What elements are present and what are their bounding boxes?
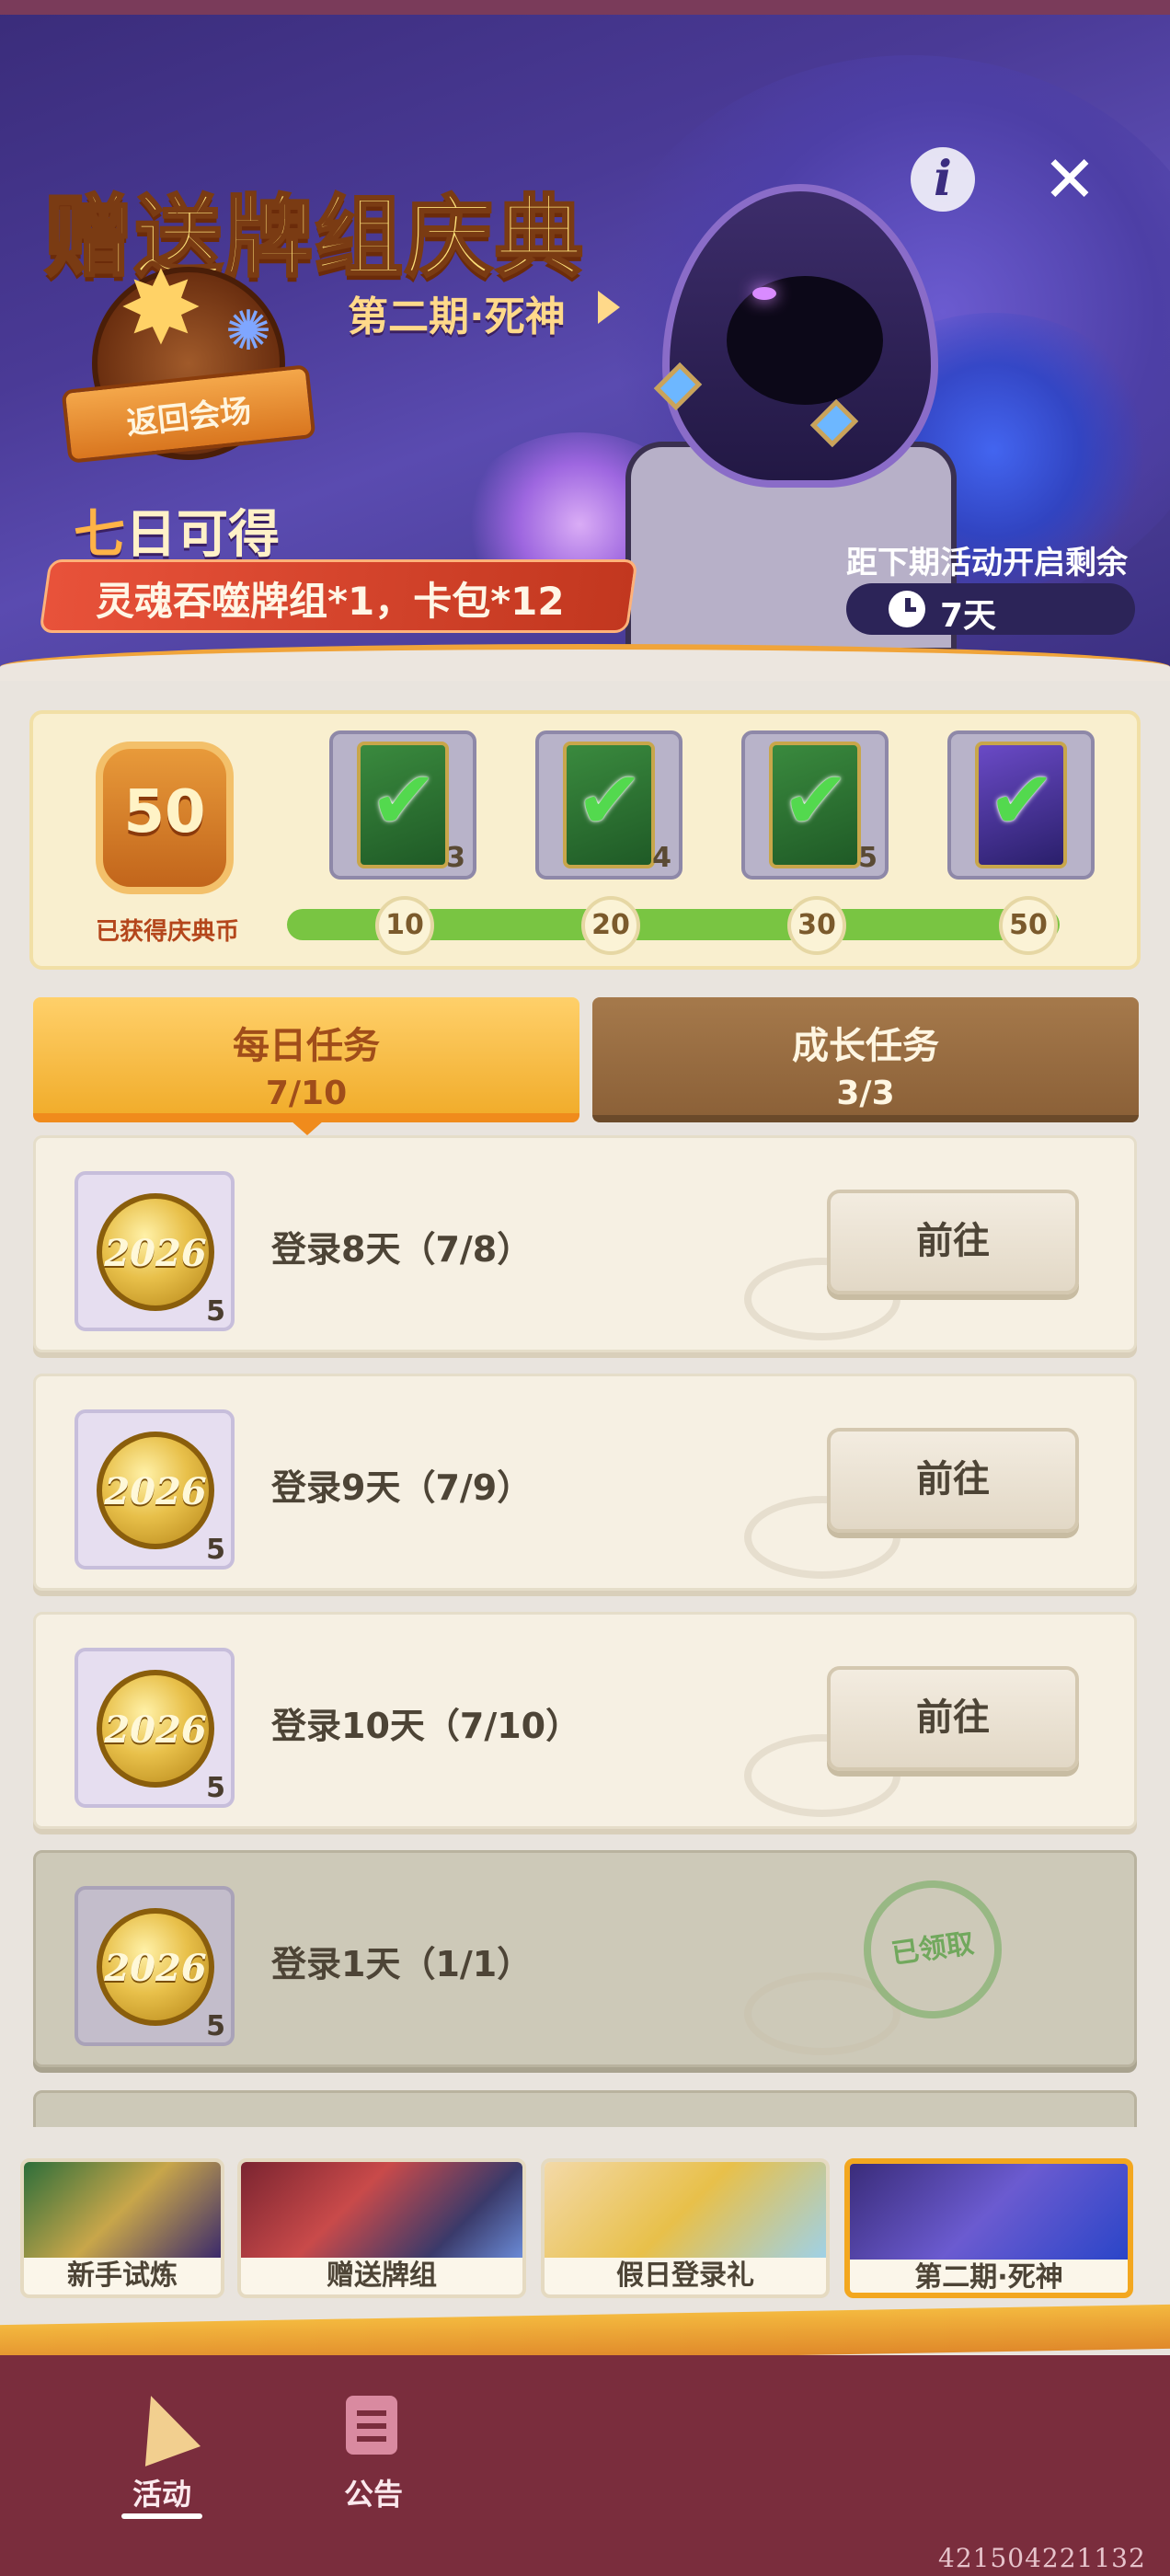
banner-bottom-edge: [0, 644, 1170, 681]
checkmark-icon: ✔: [782, 753, 850, 847]
firework-icon: ✸: [118, 249, 204, 367]
notice-document-icon: [346, 2396, 397, 2455]
activity-card-gift-deck[interactable]: 赠送牌组: [237, 2158, 526, 2298]
party-popper-icon: [122, 2386, 201, 2467]
task-row-claimed: 2026 5 登录1天（1/1） 已领取: [33, 1850, 1137, 2067]
checkmark-icon: ✔: [370, 753, 438, 847]
reward-count: 4: [652, 842, 671, 874]
activity-thumbnail: [241, 2162, 522, 2258]
coin-year: 2026: [104, 1470, 207, 1513]
go-button[interactable]: 前往: [827, 1428, 1079, 1533]
firework-small-icon: ✺: [224, 299, 272, 363]
gold-coin-icon: 2026: [97, 1670, 214, 1788]
task-row: 2026 5 登录10天（7/10） 前往: [33, 1612, 1137, 1829]
seven-day-text: 日可得: [125, 505, 280, 565]
nav-active-indicator: [121, 2513, 202, 2519]
activity-thumbnail: [545, 2162, 826, 2258]
checkmark-icon: ✔: [988, 753, 1056, 847]
milestone-reward-30[interactable]: ✔ 5: [741, 730, 889, 880]
activity-name: 新手试炼: [67, 2260, 178, 2292]
tab-label: 每日任务: [233, 1025, 380, 1067]
tab-pointer: [291, 1121, 324, 1135]
reaper-character-face: [727, 276, 883, 405]
gold-coin-icon: 2026: [97, 1193, 214, 1311]
coin-year: 2026: [104, 1708, 207, 1752]
seven-day-number: 七: [74, 505, 125, 565]
period-link[interactable]: 第二期·死神: [348, 283, 566, 342]
return-venue-label: 返回会场: [124, 392, 254, 443]
task-label: 登录8天（7/8）: [271, 1229, 533, 1270]
countdown-label: 距下期活动开启剩余: [846, 545, 1128, 581]
nav-activity[interactable]: 活动: [88, 2383, 235, 2521]
milestone-reward-10[interactable]: ✔ 3: [329, 730, 476, 880]
tab-label: 成长任务: [792, 1025, 939, 1067]
nav-announcement[interactable]: 公告: [300, 2383, 447, 2521]
build-id: 421504221132: [938, 2543, 1146, 2573]
nav-label: 活动: [132, 2477, 191, 2512]
reward-quantity: 5: [206, 1295, 225, 1328]
activity-card-holiday-login[interactable]: 假日登录礼: [541, 2158, 830, 2298]
reward-tile[interactable]: 2026 5: [75, 1409, 235, 1570]
milestone-marker: 50: [999, 896, 1058, 955]
close-icon[interactable]: ✕: [1036, 145, 1104, 213]
reward-quantity: 5: [206, 2010, 225, 2042]
activity-card-novice-trial[interactable]: 新手试炼: [20, 2158, 224, 2298]
checkmark-icon: ✔: [576, 753, 644, 847]
activity-thumbnail: [24, 2162, 221, 2258]
milestone-reward-50[interactable]: ✔: [947, 730, 1095, 880]
milestone-marker: 30: [787, 896, 846, 955]
clock-icon: [889, 591, 925, 627]
activity-name: 赠送牌组: [327, 2260, 437, 2292]
reward-text: 灵魂吞噬牌组*1，卡包*12: [96, 579, 565, 624]
coin-count: 50: [123, 778, 206, 846]
task-label: 登录10天（7/10）: [271, 1706, 581, 1746]
activity-thumbnail: [850, 2164, 1128, 2260]
tab-count: 3/3: [836, 1075, 895, 1112]
task-row: 2026 5 登录8天（7/8） 前往: [33, 1135, 1137, 1352]
banner-top-edge: [0, 0, 1170, 15]
seven-day-heading: 七日可得: [74, 493, 280, 568]
tab-count: 7/10: [265, 1075, 348, 1112]
milestone-marker: 20: [581, 896, 640, 955]
coin-year: 2026: [104, 1947, 207, 1990]
info-icon[interactable]: i: [911, 147, 975, 212]
task-label: 登录9天（7/9）: [271, 1467, 533, 1508]
reaper-character-eye: [752, 287, 776, 300]
nav-label: 公告: [343, 2477, 403, 2512]
countdown-value: 7天: [940, 597, 997, 635]
activity-card-reaper[interactable]: 第二期·死神: [844, 2158, 1133, 2298]
reward-tile[interactable]: 2026 5: [75, 1171, 235, 1331]
reward-tile[interactable]: 2026 5: [75, 1648, 235, 1808]
reward-count: 5: [858, 842, 878, 874]
gold-coin-icon: 2026: [97, 1908, 214, 2026]
activity-name: 假日登录礼: [616, 2260, 754, 2292]
reward-count: 3: [446, 842, 465, 874]
task-row: 2026 5 登录9天（7/9） 前往: [33, 1374, 1137, 1591]
milestone-marker: 10: [375, 896, 434, 955]
go-button[interactable]: 前往: [827, 1666, 1079, 1771]
coin-label: 已获得庆典币: [95, 918, 239, 946]
activity-name: 第二期·死神: [914, 2261, 1063, 2294]
go-button[interactable]: 前往: [827, 1190, 1079, 1294]
return-venue-button[interactable]: ✸ ✺ 返回会场: [61, 258, 316, 497]
tab-growth-tasks[interactable]: 成长任务 3/3: [592, 997, 1139, 1122]
reward-quantity: 5: [206, 1534, 225, 1566]
task-label: 登录1天（1/1）: [271, 1944, 533, 1984]
gold-coin-icon: 2026: [97, 1432, 214, 1549]
triangle-right-icon[interactable]: [598, 291, 620, 324]
milestone-reward-20[interactable]: ✔ 4: [535, 730, 682, 880]
tab-daily-tasks[interactable]: 每日任务 7/10: [33, 997, 579, 1122]
reward-tile[interactable]: 2026 5: [75, 1886, 235, 2046]
coin-year: 2026: [104, 1232, 207, 1275]
reward-quantity: 5: [206, 1772, 225, 1804]
